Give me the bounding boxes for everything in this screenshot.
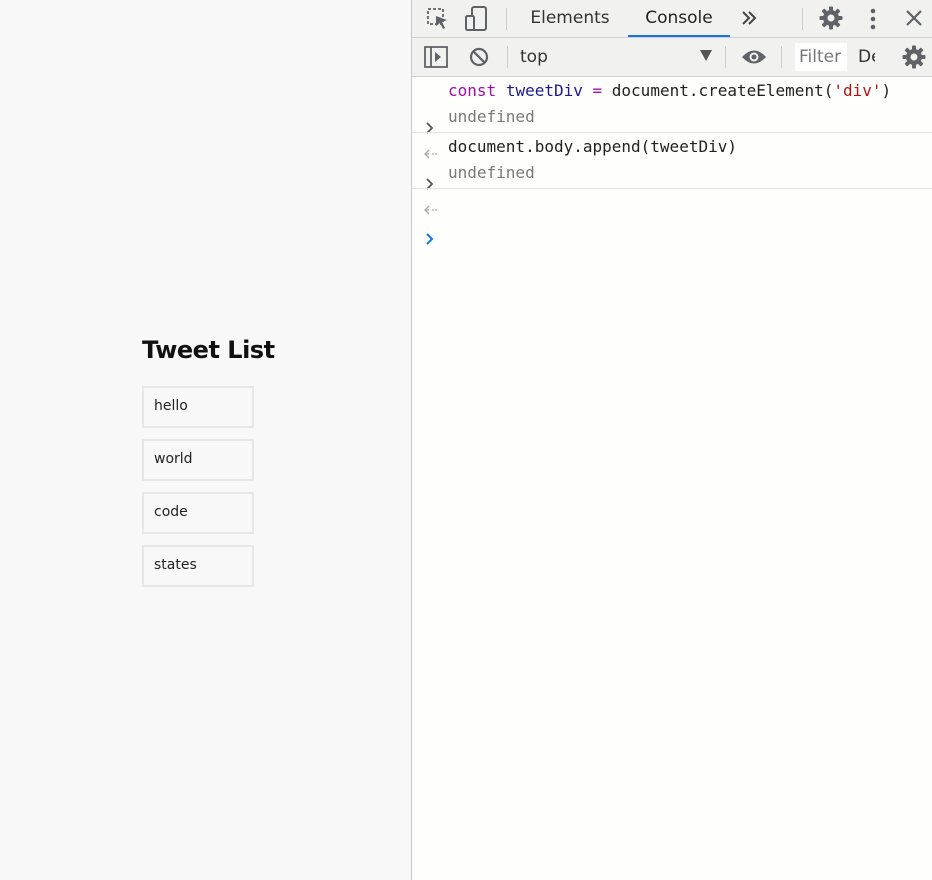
console-result-value: undefined (448, 163, 535, 182)
code-call: document.createElement( (611, 81, 834, 100)
code-keyword: const (448, 81, 497, 100)
tab-elements[interactable]: Elements (518, 0, 622, 37)
log-levels-dropdown[interactable]: Default levels (858, 47, 875, 67)
tweet-item: code (142, 492, 254, 534)
toolbar-divider (781, 46, 782, 68)
dropdown-arrow-icon (700, 50, 712, 61)
context-select[interactable]: top (520, 43, 720, 71)
console-input-line: const tweetDiv = document.createElement(… (412, 77, 932, 134)
sidebar-toggle-icon[interactable] (424, 46, 448, 68)
tweet-item: states (142, 545, 254, 587)
device-toolbar-icon[interactable] (465, 6, 489, 32)
code-string: 'div' (833, 81, 882, 100)
kebab-menu-icon[interactable] (864, 7, 882, 31)
console-settings-gear-icon[interactable] (902, 45, 926, 69)
eye-icon[interactable] (741, 48, 767, 66)
devtools-panel: Elements Console top Filter D const twee… (411, 0, 932, 880)
console-input-line: document.body.append(tweetDiv) (412, 133, 932, 190)
code-operator: = (582, 81, 612, 100)
gear-icon[interactable] (819, 6, 843, 30)
clear-console-icon[interactable] (469, 47, 489, 67)
chevron-double-right-icon[interactable] (740, 9, 758, 27)
console-result-line: undefined (412, 105, 932, 159)
console-output[interactable]: const tweetDiv = document.createElement(… (412, 77, 932, 245)
inspect-element-icon[interactable] (426, 7, 450, 31)
toolbar-divider (507, 46, 508, 68)
tweet-item: world (142, 439, 254, 481)
console-result-value: undefined (448, 107, 535, 126)
toolbar-divider (506, 8, 507, 30)
console-prompt[interactable] (412, 189, 932, 245)
console-result-line: undefined (412, 161, 932, 215)
console-toolbar: top Default levels (412, 38, 932, 77)
tweet-item: hello (142, 386, 254, 428)
toolbar-divider (725, 46, 726, 68)
devtools-tabbar: Elements Console (412, 0, 932, 38)
toolbar-divider (802, 8, 803, 30)
page-title: Tweet List (142, 336, 275, 364)
close-icon[interactable] (904, 8, 924, 28)
code-close: ) (881, 81, 892, 100)
filter-input[interactable] (795, 43, 847, 71)
console-input-code: const tweetDiv = document.createElement(… (448, 81, 891, 100)
console-input-code: document.body.append(tweetDiv) (448, 137, 737, 156)
page-viewport: Tweet List hello world code states (0, 0, 411, 880)
code-variable: tweetDiv (505, 81, 583, 100)
prompt-chevron-icon (424, 194, 501, 284)
tab-console[interactable]: Console (628, 0, 730, 37)
